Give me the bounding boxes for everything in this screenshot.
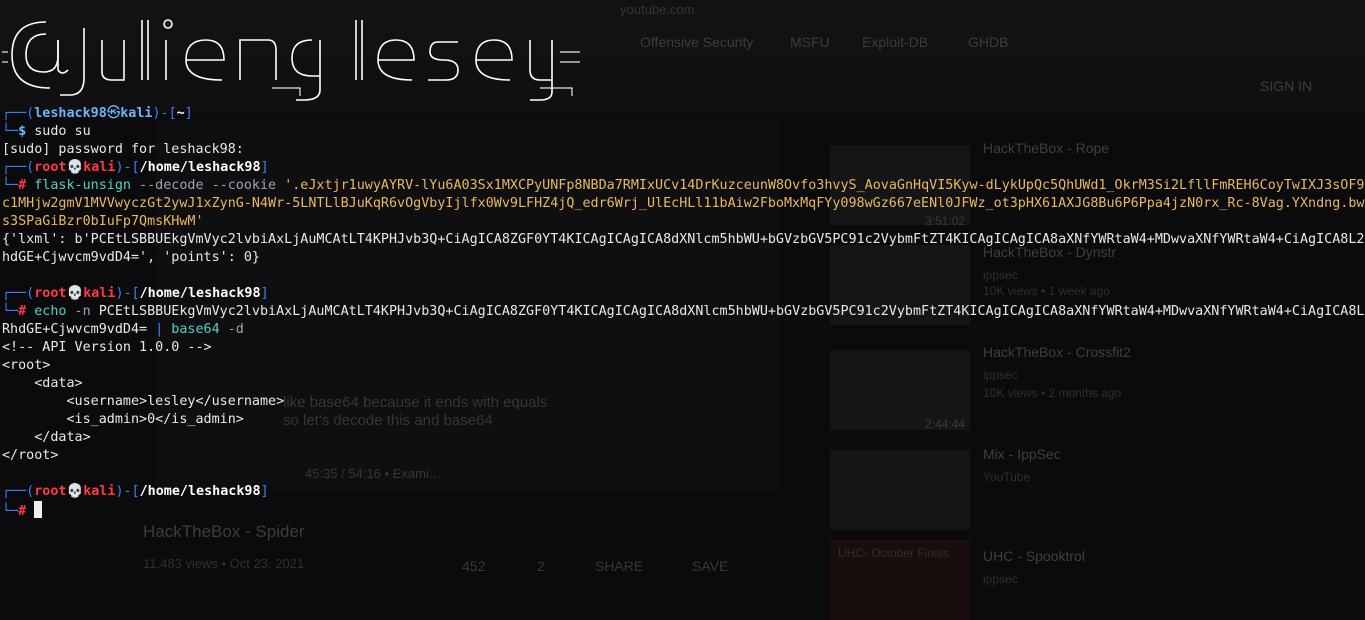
xml-output-line: <!-- API Version 1.0.0 --> — [2, 340, 212, 355]
text-cursor[interactable] — [34, 501, 43, 518]
xml-output-line: <root> — [2, 358, 51, 373]
xml-output-line: <data> — [2, 376, 83, 391]
flask-unsign-output: {'lxml': b'PCEtLSBBUEkgVmVyc2lvbiAxLjAuM… — [2, 232, 1365, 247]
command-flask-unsign: └─# flask-unsign --decode --cookie '.eJx… — [2, 178, 1365, 193]
prompt-user-line2: └─$ sudo su — [2, 124, 91, 139]
terminal-window[interactable]: ┌──(leshack98㉿kali)-[~] └─$ sudo su [sud… — [0, 0, 1365, 597]
prompt-root-line1-c: ┌──(root💀kali)-[/home/leshack98] — [2, 484, 269, 499]
prompt-user-line1: ┌──(leshack98㉿kali)-[~] — [2, 106, 193, 121]
xml-output-line: </root> — [2, 448, 59, 463]
command-echo-wrap: RhdGE+Cjwvcm9vdD4= | base64 -d — [2, 322, 244, 337]
command-echo-base64: └─# echo -n PCEtLSBBUEkgVmVyc2lvbiAxLjAu… — [2, 304, 1365, 319]
xml-output-line: <username>lesley</username> — [2, 394, 285, 409]
command-flask-unsign-wrap1: c1MHjw2gmV1MVVwyczGt2ywJ1xZynG-N4Wr-5LNT… — [2, 196, 1365, 211]
prompt-root-line1-b: ┌──(root💀kali)-[/home/leshack98] — [2, 286, 269, 301]
sudo-password-prompt: [sudo] password for leshack98: — [2, 142, 244, 157]
active-prompt[interactable]: └─# — [2, 501, 43, 521]
skull-icon: 💀 — [66, 484, 84, 499]
command-sudo-su: sudo su — [34, 124, 91, 139]
xml-output-line: </data> — [2, 430, 91, 445]
ascii-banner-logo — [2, 19, 580, 101]
xml-output-line: <is_admin>0</is_admin> — [2, 412, 244, 427]
prompt-root-line1: ┌──(root💀kali)-[/home/leshack98] — [2, 160, 269, 175]
skull-icon: 💀 — [66, 286, 84, 301]
flask-unsign-output-wrap: hdGE+Cjwvcm9vdD4=', 'points': 0} — [2, 250, 260, 265]
command-flask-unsign-wrap2: s3SPaGiBzr0bIuFp7QmsKHwM' — [2, 214, 204, 229]
skull-icon: 💀 — [66, 160, 84, 175]
